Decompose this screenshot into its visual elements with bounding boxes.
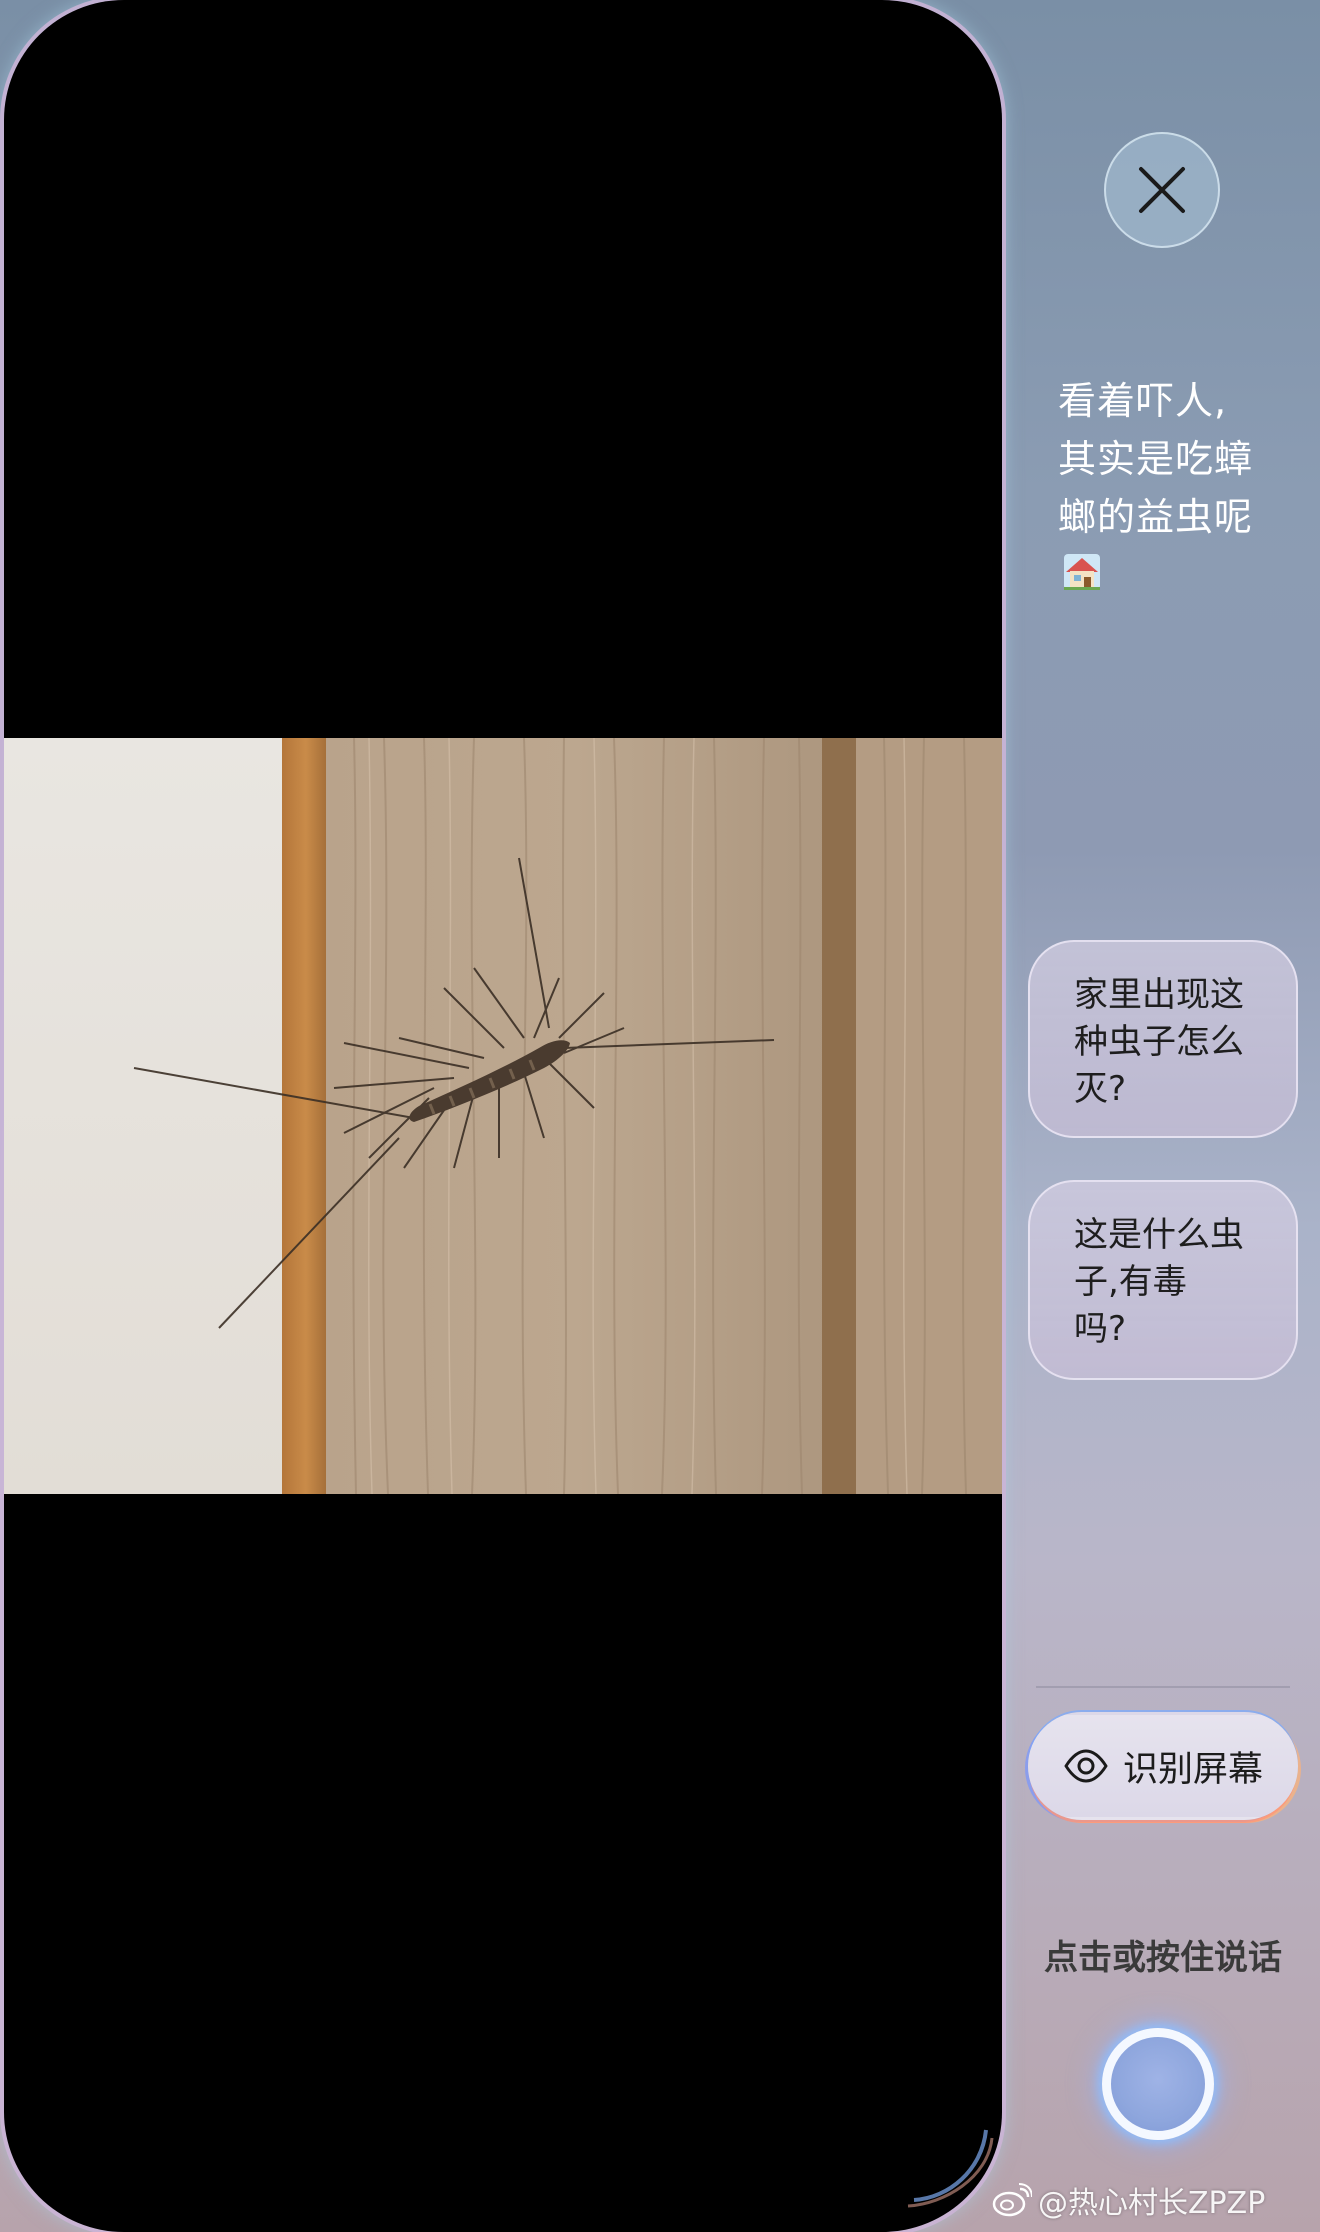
suggestion-line: 子,有毒 (1074, 1262, 1187, 1302)
suggestion-line: 家里出现这 (1074, 975, 1244, 1015)
phone-screen-preview (4, 0, 1002, 2232)
suggestion-line: 灭? (1074, 1069, 1127, 1109)
suggestion-chip-kill-bug[interactable]: 家里出现这 种虫子怎么 灭? (1028, 940, 1298, 1138)
suggestion-line: 吗? (1074, 1309, 1127, 1349)
centipede-photo (4, 738, 1002, 1494)
screen-corner-glow (907, 2129, 994, 2208)
recognize-screen-label: 识别屏幕 (1122, 1749, 1263, 1790)
watermark: @热心村长ZPZP (992, 2180, 1266, 2221)
hint-line: 螂的益虫呢 (1058, 495, 1254, 539)
house-emoji (1064, 554, 1100, 590)
suggestion-line: 种虫子怎么 (1074, 1022, 1244, 1062)
hint-line: 看着吓人, (1058, 379, 1228, 423)
suggestion-chip-identify-bug[interactable]: 这是什么虫 子,有毒 吗? (1028, 1180, 1298, 1380)
suggestion-line: 这是什么虫 (1074, 1215, 1244, 1255)
recognize-screen-button[interactable]: 识别屏幕 (1028, 1712, 1298, 1820)
assistant-hint-text: 看着吓人, 其实是吃蟑 螂的益虫呢 (1058, 372, 1288, 546)
weibo-logo (992, 2183, 1032, 2217)
hint-line: 其实是吃蟑 (1058, 437, 1254, 481)
centipede-photo-drawing (4, 738, 1002, 1494)
watermark-text: @热心村长ZPZP (1038, 2186, 1266, 2221)
voice-hint: 点击或按住说话 (1044, 1938, 1282, 1978)
close-icon (1139, 167, 1185, 213)
eye-icon (1064, 1749, 1108, 1783)
panel-divider (1036, 1686, 1290, 1688)
close-button[interactable] (1104, 132, 1220, 248)
microphone-orb-icon[interactable] (1102, 2028, 1214, 2140)
